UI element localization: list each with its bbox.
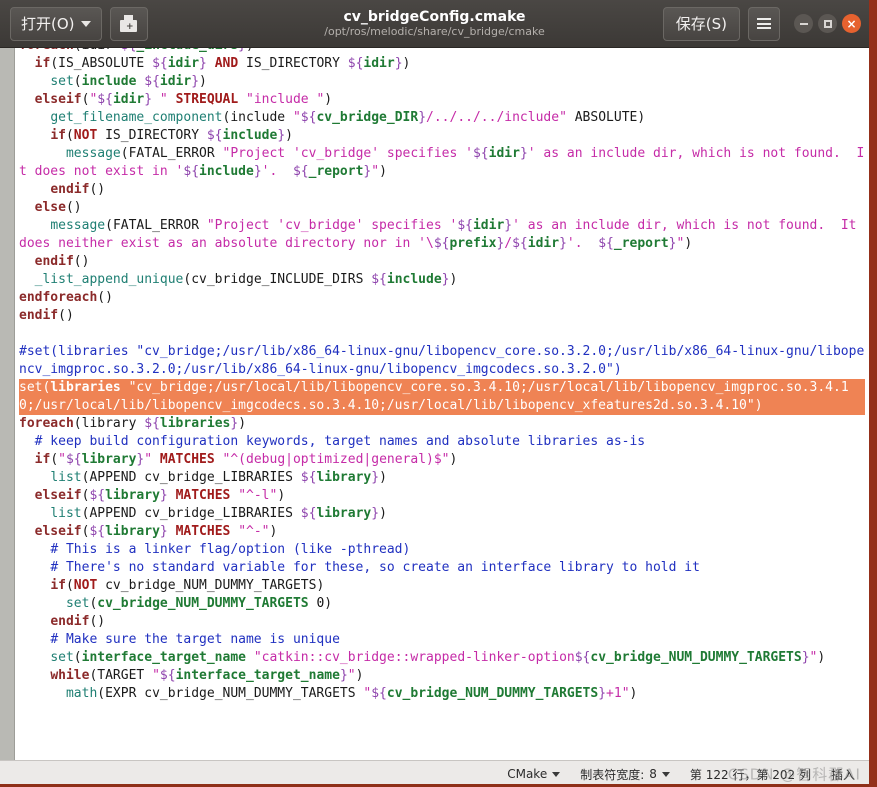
code-line: _list_append_unique(cv_bridge_INCLUDE_DI…: [34, 272, 458, 287]
code-line: # Make sure the target name is unique: [19, 632, 340, 647]
code-line: #set(libraries "cv_bridge;/usr/lib/x86_6…: [19, 344, 865, 377]
chevron-down-icon: [552, 771, 561, 777]
code-line: message(FATAL_ERROR "Project 'cv_bridge'…: [19, 146, 865, 179]
open-button[interactable]: 打开(O): [10, 6, 102, 41]
code-line: set(libraries "cv_bridge;/usr/local/lib/…: [19, 379, 865, 415]
code-line: if("${library}" MATCHES "^(debug|optimiz…: [34, 452, 458, 467]
code-line: elseif(${library} MATCHES "^-"): [34, 524, 278, 539]
code-line: set(interface_target_name "catkin::cv_br…: [50, 650, 826, 665]
hamburger-menu-icon: [757, 18, 771, 29]
tab-width-label: 制表符宽度:: [580, 767, 645, 782]
save-as-disk-icon: [120, 15, 138, 32]
code-line: endif(): [50, 182, 106, 197]
open-button-label: 打开(O): [21, 15, 75, 33]
code-line: endif(): [19, 308, 74, 323]
code-line: # There's no standard variable for these…: [19, 560, 700, 575]
code-line: get_filename_component(include "${cv_bri…: [50, 110, 646, 125]
code-line: # This is a linker flag/option (like -pt…: [19, 542, 411, 557]
code-line: list(APPEND cv_bridge_LIBRARIES ${librar…: [50, 506, 387, 521]
gedit-window: 打开(O) cv_bridgeConfig.cmake /opt/ros/mel…: [0, 0, 869, 787]
cursor-position: 第 122 行，第 202 列: [689, 767, 811, 782]
code-line: message(FATAL_ERROR "Project 'cv_bridge'…: [19, 218, 865, 251]
editor-area: foreach(idir ${_include_dirs}) if(IS_ABS…: [0, 48, 869, 760]
titlebar-right-group: 保存(S) ×: [662, 6, 863, 41]
code-line: # keep build configuration keywords, tar…: [19, 434, 646, 449]
minimize-icon[interactable]: [794, 14, 813, 33]
titlebar: 打开(O) cv_bridgeConfig.cmake /opt/ros/mel…: [0, 0, 869, 48]
code-line: while(TARGET "${interface_target_name}"): [50, 668, 364, 683]
code-line: endif(): [34, 254, 90, 269]
insert-mode-indicator: 插入: [830, 767, 855, 782]
tab-width-value: 8: [649, 767, 657, 781]
code-line: set(include ${idir}): [50, 74, 207, 89]
close-glyph: ×: [846, 16, 857, 31]
code-line: else(): [34, 200, 82, 215]
code-line: elseif(${library} MATCHES "^-l"): [34, 488, 286, 503]
code-line: list(APPEND cv_bridge_LIBRARIES ${librar…: [50, 470, 387, 485]
maximize-icon[interactable]: [818, 14, 837, 33]
code-line: elseif("${idir} " STREQUAL "include "): [34, 92, 333, 107]
code-line: if(NOT IS_DIRECTORY ${include}): [50, 128, 293, 143]
close-icon[interactable]: ×: [842, 14, 861, 33]
code-line: if(NOT cv_bridge_NUM_DUMMY_TARGETS): [50, 578, 325, 593]
save-as-button[interactable]: [109, 6, 148, 41]
statusbar: CMake 制表符宽度: 8 第 122 行，第 202 列 插入 CSDN @…: [0, 760, 869, 787]
document-title: cv_bridgeConfig.cmake: [343, 8, 526, 25]
editor-gutter: [0, 48, 15, 760]
code-line: set(cv_bridge_NUM_DUMMY_TARGETS 0): [65, 596, 333, 611]
save-button[interactable]: 保存(S): [662, 6, 740, 41]
code-line: foreach(library ${libraries}): [19, 416, 247, 431]
hamburger-menu-button[interactable]: [748, 6, 780, 41]
language-selector[interactable]: CMake: [507, 767, 561, 781]
code-line: endif(): [50, 614, 106, 629]
window-controls: ×: [794, 14, 861, 33]
code-line: endforeach(): [19, 290, 113, 305]
code-line: math(EXPR cv_bridge_NUM_DUMMY_TARGETS "$…: [65, 686, 638, 701]
chevron-down-icon: [80, 20, 91, 27]
tab-width-selector[interactable]: 制表符宽度: 8: [580, 766, 670, 783]
code-line: if(IS_ABSOLUTE ${idir} AND IS_DIRECTORY …: [34, 56, 411, 71]
language-label: CMake: [507, 767, 548, 781]
document-path: /opt/ros/melodic/share/cv_bridge/cmake: [324, 24, 545, 38]
chevron-down-icon: [661, 771, 670, 777]
save-button-label: 保存(S): [675, 15, 727, 33]
code-line: foreach(idir ${_include_dirs}): [19, 48, 865, 55]
code-text-view[interactable]: foreach(idir ${_include_dirs}) if(IS_ABS…: [15, 48, 869, 760]
